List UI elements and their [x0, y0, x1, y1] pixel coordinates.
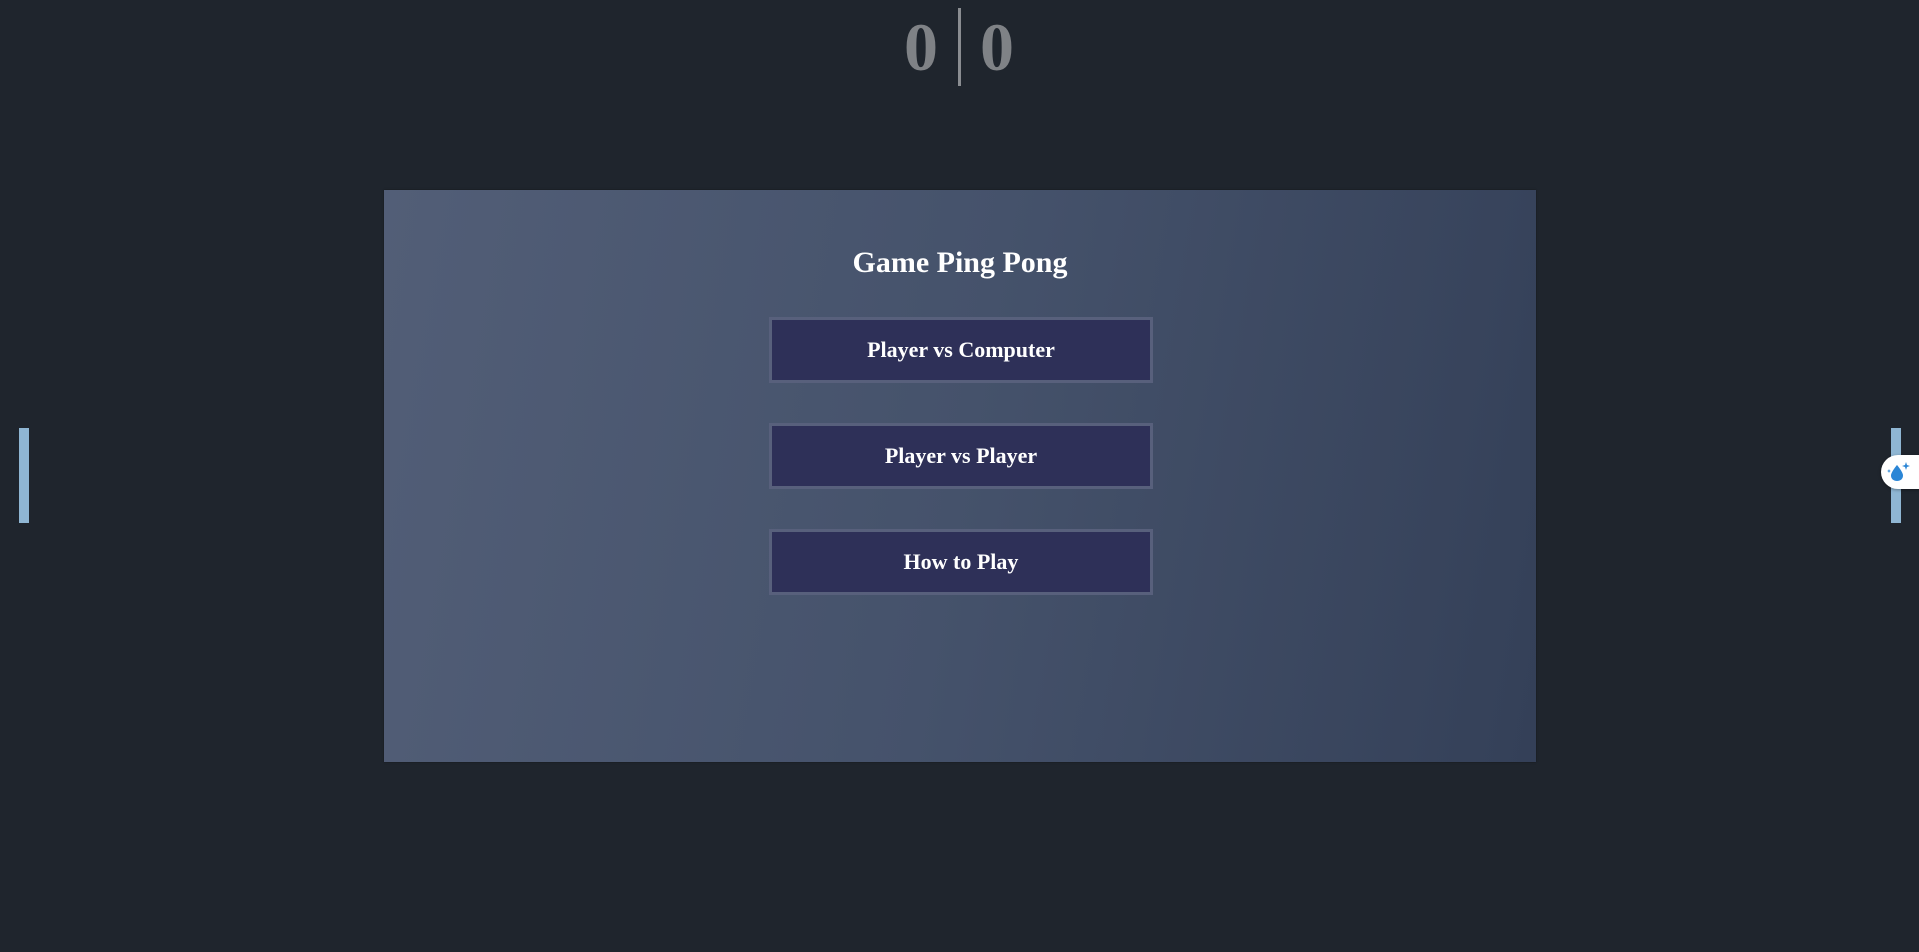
main-menu-panel: Game Ping Pong Player vs Computer Player…	[384, 190, 1536, 762]
how-to-play-button[interactable]: How to Play	[769, 529, 1153, 595]
assistant-button[interactable]	[1881, 455, 1919, 489]
player-vs-computer-button[interactable]: Player vs Computer	[769, 317, 1153, 383]
player-vs-player-button[interactable]: Player vs Player	[769, 423, 1153, 489]
left-player-score: 0	[904, 9, 938, 85]
left-paddle	[19, 428, 29, 523]
menu-title: Game Ping Pong	[852, 246, 1068, 279]
scoreboard: 0 0	[0, 8, 1919, 86]
right-player-score: 0	[980, 9, 1014, 85]
score-divider	[958, 8, 961, 86]
game-stage: 0 0 Game Ping Pong Player vs Computer Pl…	[0, 0, 1919, 952]
